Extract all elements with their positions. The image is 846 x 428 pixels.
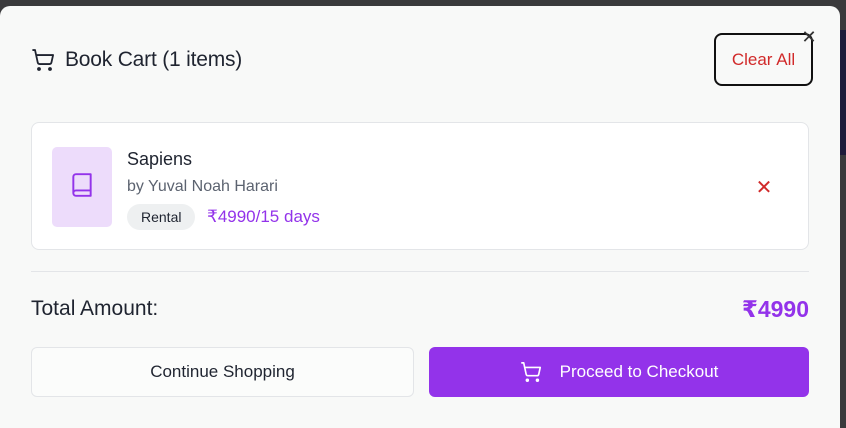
item-price: ₹4990/15 days [207,207,320,226]
continue-shopping-button[interactable]: Continue Shopping [31,347,414,397]
total-value: ₹4990 [741,296,809,322]
continue-shopping-label: Continue Shopping [150,362,295,381]
divider [31,271,809,272]
cart-header: Book Cart (1 items) [31,42,242,78]
shopping-cart-icon [520,361,542,383]
cart-title: Book Cart (1 items) [65,48,243,71]
item-type-badge: Rental [127,204,196,230]
clear-all-button[interactable]: Clear All [714,33,813,86]
book-icon [69,172,95,203]
cart-modal: Book Cart (1 items) Clear All ✕ Sapiens … [0,6,840,428]
remove-item-icon[interactable]: ✕ [753,176,775,199]
book-thumbnail [52,147,112,227]
book-author: by Yuval Noah Harari [127,178,278,195]
checkout-label: Proceed to Checkout [559,362,719,381]
total-label: Total Amount: [31,297,159,320]
book-title: Sapiens [127,149,193,169]
close-icon[interactable]: ✕ [800,27,818,47]
cart-item: Sapiens by Yuval Noah Harari Rental ₹499… [31,122,809,250]
shopping-cart-icon [31,48,55,72]
proceed-to-checkout-button[interactable]: Proceed to Checkout [429,347,809,397]
